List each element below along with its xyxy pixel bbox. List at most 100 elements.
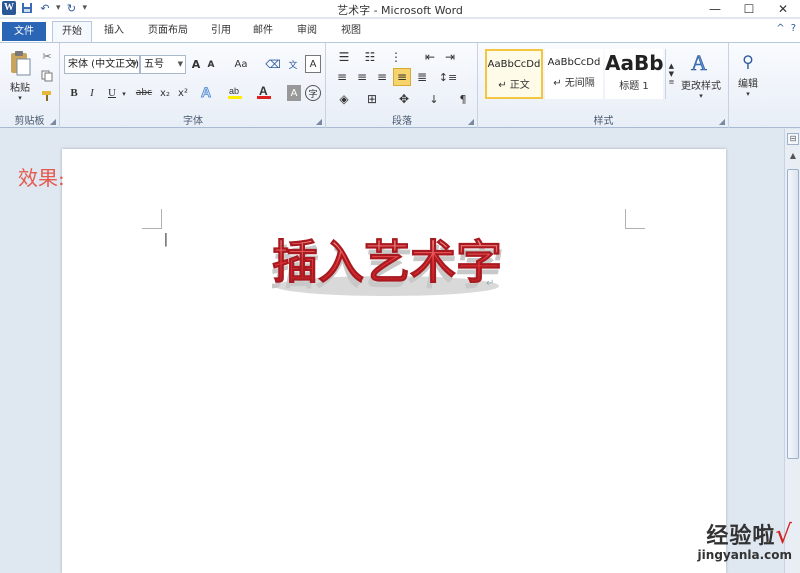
binoculars-icon[interactable]: ⚲ xyxy=(736,49,760,73)
font-color-icon[interactable]: A xyxy=(255,83,275,101)
watermark-check-icon: √ xyxy=(775,520,792,550)
ruler-toggle-icon[interactable]: ⊟ xyxy=(787,133,799,145)
underline-button[interactable]: U xyxy=(105,85,119,101)
underline-dropdown-icon[interactable]: ▾ xyxy=(119,87,129,101)
font-size-value: 五号 xyxy=(144,59,164,70)
styles-group-label: 样式 xyxy=(593,116,614,127)
paragraph-group: ☰ ☷ ⋮ ⇤ ⇥ ≡ ≡ ≡ ≡ ≣ ↕≡ ◈ ⊞ ✥ ↓ ¶ 段落 ◢ xyxy=(327,43,478,128)
font-launcher-icon[interactable]: ◢ xyxy=(316,117,322,126)
font-group-label: 字体 xyxy=(183,116,203,127)
text-effects-icon[interactable]: A xyxy=(197,83,219,101)
wordart[interactable]: 插入艺术字 插入艺术字 xyxy=(272,226,502,306)
tab-page-layout[interactable]: 页面布局 xyxy=(140,21,196,43)
help-icon[interactable]: ? xyxy=(791,23,796,34)
tab-insert[interactable]: 插入 xyxy=(96,21,132,43)
chevron-down-icon: ▼ xyxy=(131,60,137,68)
document-page[interactable] xyxy=(62,149,726,573)
superscript-button[interactable]: x² xyxy=(175,85,191,101)
tab-references[interactable]: 引用 xyxy=(204,21,238,43)
asian-layout-icon[interactable]: ✥ xyxy=(393,91,415,107)
font-size-combo[interactable]: 五号 ▼ xyxy=(140,55,186,74)
enclose-characters-icon[interactable]: 字 xyxy=(305,85,321,101)
line-spacing-icon[interactable]: ↕≡ xyxy=(437,69,459,85)
align-center-icon[interactable]: ≡ xyxy=(353,69,371,85)
clipboard-group: 粘贴 ▾ ✂ 剪贴板 ◢ xyxy=(0,43,60,128)
tab-file[interactable]: 文件 xyxy=(2,22,46,41)
minimize-button[interactable]: — xyxy=(698,0,732,18)
svg-text:A: A xyxy=(691,50,707,74)
multilevel-list-icon[interactable]: ⋮ xyxy=(385,49,407,65)
subscript-button[interactable]: x₂ xyxy=(157,85,173,101)
editing-dropdown-icon[interactable]: ▾ xyxy=(742,89,754,99)
close-button[interactable]: ✕ xyxy=(766,0,800,18)
effect-label: 效果: xyxy=(18,166,65,190)
styles-scroll[interactable]: ▲ ▼ ≡ xyxy=(665,49,677,99)
wordart-text: 插入艺术字 xyxy=(272,235,502,289)
change-styles-button[interactable]: 更改样式 xyxy=(677,77,725,92)
show-marks-icon[interactable]: ¶ xyxy=(455,91,471,107)
ribbon: 粘贴 ▾ ✂ 剪贴板 ◢ 宋体 (中文正文) ▼ 五号 ▼ A A Aa ⌫ 文… xyxy=(0,42,800,128)
paragraph-group-label: 段落 xyxy=(392,116,412,127)
cut-icon[interactable]: ✂ xyxy=(40,49,54,63)
svg-text:ab: ab xyxy=(229,86,239,96)
crop-mark-right xyxy=(625,209,645,229)
text-cursor: | xyxy=(162,232,170,247)
character-shading-icon[interactable]: A xyxy=(287,85,301,101)
copy-icon[interactable] xyxy=(40,69,54,83)
font-name-combo[interactable]: 宋体 (中文正文) ▼ xyxy=(64,55,140,74)
format-painter-icon[interactable] xyxy=(40,89,54,103)
clipboard-launcher-icon[interactable]: ◢ xyxy=(50,117,56,126)
maximize-button[interactable]: ☐ xyxy=(732,0,766,18)
change-case-button[interactable]: Aa xyxy=(231,56,251,72)
paste-button[interactable]: 粘贴 xyxy=(4,79,36,94)
style-no-spacing[interactable]: AaBbCcDd ↵ 无间隔 xyxy=(545,49,603,99)
paragraph-launcher-icon[interactable]: ◢ xyxy=(468,117,474,126)
style-sample: AaBbCcDd xyxy=(487,59,541,70)
ribbon-tabs: 文件 开始 插入 页面布局 引用 邮件 审阅 视图 ^ ? xyxy=(0,19,800,44)
align-left-icon[interactable]: ≡ xyxy=(333,69,351,85)
vertical-scrollbar[interactable]: ⊟ ▲ xyxy=(784,129,800,573)
clear-format-icon[interactable]: ⌫ xyxy=(265,55,281,73)
phonetic-guide-icon[interactable]: 文 xyxy=(285,55,301,73)
tab-view[interactable]: 视图 xyxy=(334,21,368,43)
style-sample: AaBbCcDd xyxy=(547,57,601,68)
styles-group: AaBbCcDd ↵ 正文 AaBbCcDd ↵ 无间隔 AaBb 标题 1 ▲… xyxy=(479,43,729,128)
grow-font-button[interactable]: A xyxy=(189,56,203,72)
highlight-icon[interactable]: ab xyxy=(225,83,247,101)
paste-icon[interactable] xyxy=(6,47,34,79)
align-right-icon[interactable]: ≡ xyxy=(373,69,391,85)
tab-mailings[interactable]: 邮件 xyxy=(246,21,280,43)
sort-icon[interactable]: ↓ xyxy=(425,91,443,107)
style-heading-1[interactable]: AaBb 标题 1 xyxy=(605,49,664,99)
crop-mark-left xyxy=(142,209,162,229)
scroll-thumb[interactable] xyxy=(787,169,799,459)
character-border-icon[interactable]: A xyxy=(305,55,321,73)
title-bar: W ↶ ▾ ↻ ▾ 艺术字 - Microsoft Word — ☐ ✕ xyxy=(0,0,800,18)
italic-button[interactable]: I xyxy=(85,85,99,101)
styles-launcher-icon[interactable]: ◢ xyxy=(719,117,725,126)
increase-indent-icon[interactable]: ⇥ xyxy=(441,49,459,65)
bold-button[interactable]: B xyxy=(67,85,81,101)
watermark-main: 经验啦√ xyxy=(698,518,792,550)
shrink-font-button[interactable]: A xyxy=(205,58,217,72)
paste-dropdown-icon[interactable]: ▾ xyxy=(14,93,26,103)
distributed-icon[interactable]: ≣ xyxy=(413,69,431,85)
tab-review[interactable]: 审阅 xyxy=(290,21,324,43)
font-name-value: 宋体 (中文正文) xyxy=(68,59,139,70)
shading-icon[interactable]: ◈ xyxy=(333,91,355,107)
tab-home[interactable]: 开始 xyxy=(52,21,92,44)
style-normal[interactable]: AaBbCcDd ↵ 正文 xyxy=(485,49,543,99)
numbering-icon[interactable]: ☷ xyxy=(359,49,381,65)
change-styles-icon[interactable]: A xyxy=(681,49,721,75)
editing-button[interactable]: 编辑 xyxy=(732,75,764,90)
scroll-up-icon[interactable]: ▲ xyxy=(787,151,799,163)
change-styles-dropdown-icon[interactable]: ▾ xyxy=(695,91,707,101)
borders-icon[interactable]: ⊞ xyxy=(361,91,383,107)
window-controls: — ☐ ✕ xyxy=(698,0,800,18)
minimize-ribbon-icon[interactable]: ^ xyxy=(776,23,784,34)
justify-icon[interactable]: ≡ xyxy=(393,68,411,86)
strikethrough-button[interactable]: abc xyxy=(133,85,155,101)
bullets-icon[interactable]: ☰ xyxy=(333,49,355,65)
font-group: 宋体 (中文正文) ▼ 五号 ▼ A A Aa ⌫ 文 A B I U ▾ ab… xyxy=(61,43,326,128)
decrease-indent-icon[interactable]: ⇤ xyxy=(421,49,439,65)
